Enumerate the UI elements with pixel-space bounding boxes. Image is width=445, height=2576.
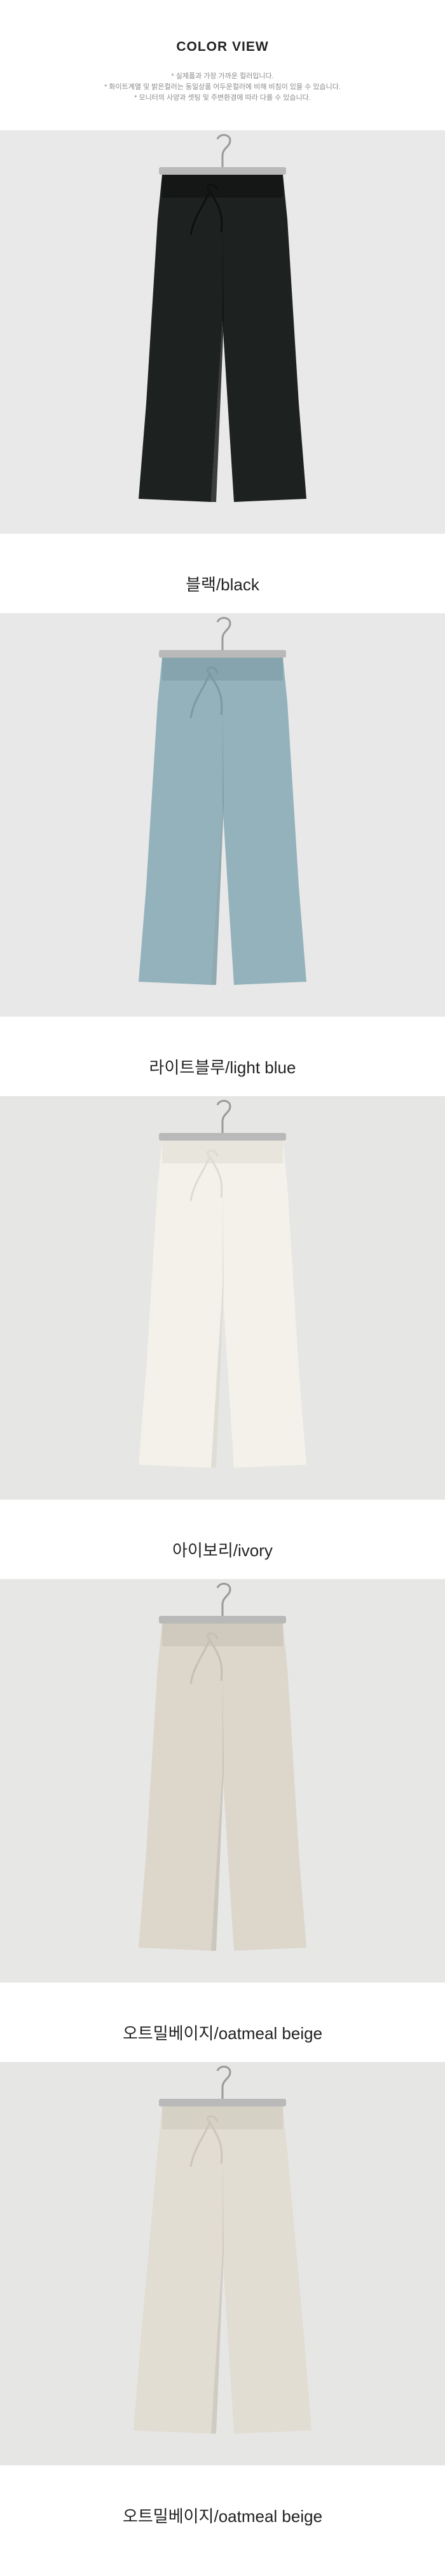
hanger-hook-icon	[216, 1583, 231, 1616]
note-line: * 실제품과 가장 가까운 컬러입니다.	[171, 72, 274, 80]
color-caption: 오트밀베이지/oatmeal beige	[122, 2507, 323, 2526]
pants-illustration	[139, 617, 306, 985]
color-caption: 라이트블루/light blue	[149, 1058, 296, 1077]
waistband	[162, 1141, 283, 1163]
hanger-hook-icon	[216, 617, 231, 650]
note-line: * 화이트계열 및 밝은컬러는 동일상품 어두운컬러에 비해 비침이 있을 수 …	[104, 83, 341, 91]
hanger-bar	[159, 1616, 286, 1624]
waistband	[162, 175, 283, 198]
color-photo	[0, 613, 445, 1017]
hanger-bar	[159, 2099, 286, 2106]
color-caption: 아이보리/ivory	[172, 1541, 273, 1560]
color-caption: 블랙/black	[186, 575, 259, 594]
hanger-hook-icon	[216, 134, 231, 167]
hanger-bar	[159, 650, 286, 658]
color-notes: * 실제품과 가장 가까운 컬러입니다. * 화이트계열 및 밝은컬러는 동일상…	[0, 71, 445, 104]
waistband	[162, 658, 283, 681]
hanger-hook-icon	[216, 1100, 231, 1133]
page-title: COLOR VIEW	[176, 39, 269, 54]
header: COLOR VIEW * 실제품과 가장 가까운 컬러입니다. * 화이트계열 …	[0, 0, 445, 130]
color-photo	[0, 1579, 445, 1983]
note-line: * 모니터의 사양과 셋팅 및 주변환경에 따라 다를 수 있습니다.	[134, 94, 311, 102]
pants-illustration	[139, 1583, 306, 1951]
color-photo	[0, 1096, 445, 1500]
waistband	[162, 1624, 283, 1646]
pants-illustration	[139, 134, 306, 502]
hanger-bar	[159, 1133, 286, 1141]
hanger-hook-icon	[216, 2066, 231, 2099]
pants-illustration	[139, 1100, 306, 1468]
color-photo	[0, 2062, 445, 2465]
hanger-bar	[159, 167, 286, 175]
pants-illustration	[134, 2066, 312, 2434]
color-photo	[0, 130, 445, 534]
waistband	[162, 2106, 283, 2129]
color-caption: 오트밀베이지/oatmeal beige	[122, 2024, 323, 2043]
